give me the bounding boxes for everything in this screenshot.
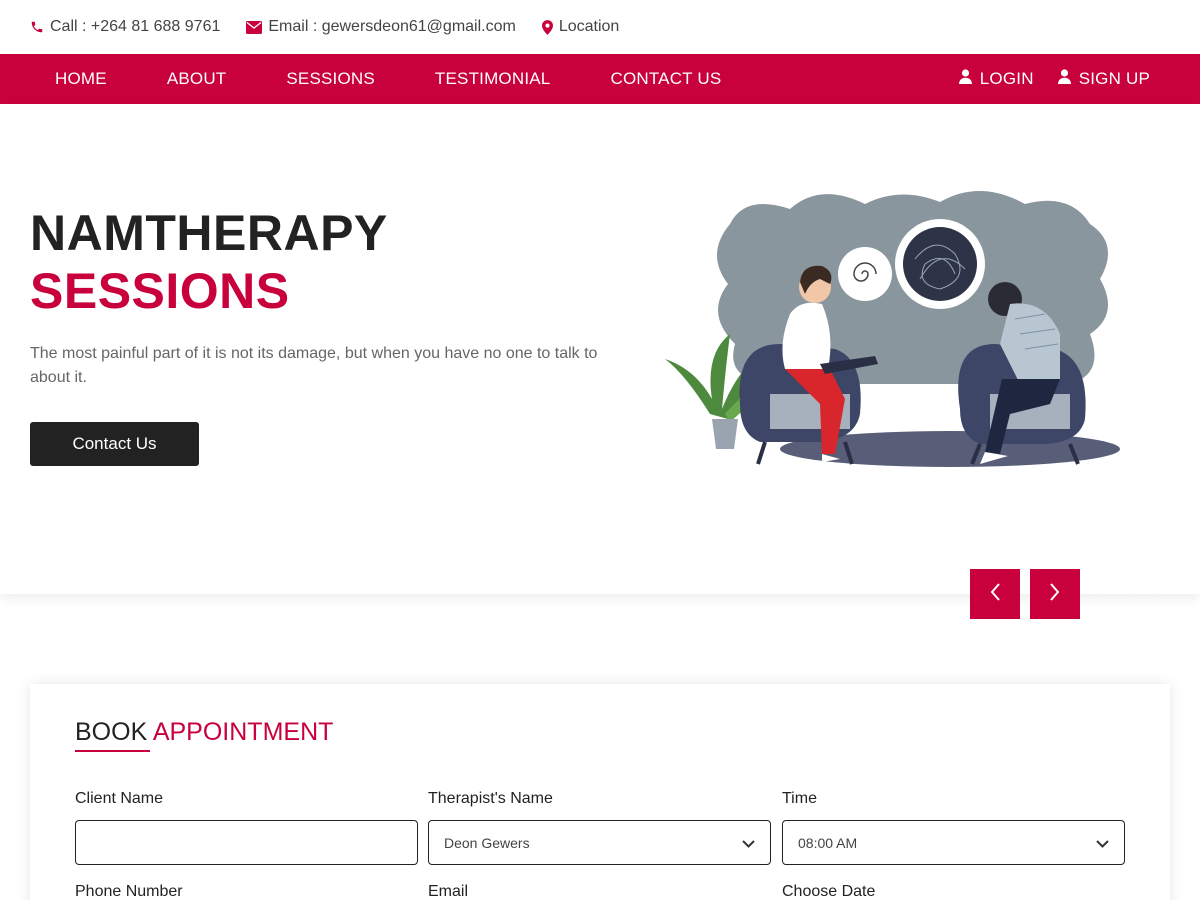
nav-links: HOME ABOUT SESSIONS TESTIMONIAL CONTACT … [0, 54, 751, 104]
hero-title: NAMTHERAPY SESSIONS [30, 204, 388, 320]
client-name-label: Client Name [75, 790, 164, 807]
signup-link[interactable]: SIGN UP [1057, 54, 1150, 104]
email-label: Email [428, 883, 469, 900]
therapist-select[interactable]: Deon Gewers [428, 820, 771, 865]
email-field: Email [428, 883, 771, 900]
client-name-input[interactable] [91, 834, 402, 851]
user-icon [958, 69, 972, 89]
next-slide-button[interactable] [1030, 569, 1080, 619]
hero-lead-text: The most painful part of it is not its d… [30, 345, 598, 386]
location-info[interactable]: Location [541, 18, 620, 36]
booking-title-part2: APPOINTMENT [152, 718, 334, 746]
signup-label: SIGN UP [1078, 69, 1150, 88]
chevron-right-icon [1049, 582, 1061, 607]
email-text: Email : gewersdeon61@gmail.com [268, 18, 516, 35]
call-text: Call : +264 81 688 9761 [50, 18, 221, 35]
client-name-box [75, 820, 418, 865]
nav-contact-us[interactable]: CONTACT US [580, 54, 751, 104]
therapist-name-label: Therapist's Name [428, 790, 553, 807]
booking-title: BOOK APPOINTMENT [75, 718, 333, 747]
envelope-icon [246, 20, 263, 34]
choose-date-label: Choose Date [782, 883, 876, 900]
nav-sessions[interactable]: SESSIONS [256, 54, 405, 104]
hero-title-line1: NAMTHERAPY [30, 205, 388, 261]
nav-testimonial[interactable]: TESTIMONIAL [405, 54, 581, 104]
phone-number-label: Phone Number [75, 883, 183, 900]
book-appointment-section: BOOK APPOINTMENT Client Name Therapist's… [30, 684, 1170, 900]
location-text: Location [558, 18, 620, 35]
chevron-left-icon [989, 582, 1001, 607]
contact-us-button[interactable]: Contact Us [30, 422, 199, 466]
slider-controls [970, 569, 1080, 619]
title-underline [75, 750, 150, 752]
nav-about[interactable]: ABOUT [137, 54, 257, 104]
auth-links: LOGIN SIGN UP [958, 54, 1200, 104]
previous-slide-button[interactable] [970, 569, 1020, 619]
therapist-name-field: Therapist's Name Deon Gewers [428, 790, 771, 865]
time-select[interactable]: 08:00 AM [782, 820, 1125, 865]
booking-title-part1: BOOK [75, 718, 148, 746]
hero-title-line2: SESSIONS [30, 263, 290, 319]
phone-icon [30, 20, 44, 34]
time-field: Time 08:00 AM [782, 790, 1125, 865]
user-icon [1057, 69, 1071, 89]
choose-date-field: Choose Date [782, 883, 1125, 900]
time-selected-value: 08:00 AM [798, 834, 858, 851]
client-name-field: Client Name [75, 790, 418, 865]
hero-slider: NAMTHERAPY SESSIONS The most painful par… [0, 104, 1200, 594]
call-info[interactable]: Call : +264 81 688 9761 [30, 18, 220, 36]
chevron-down-icon [1096, 835, 1109, 851]
main-navigation: HOME ABOUT SESSIONS TESTIMONIAL CONTACT … [0, 54, 1200, 104]
login-label: LOGIN [979, 69, 1034, 88]
top-contact-bar: Call : +264 81 688 9761 Email : gewersde… [0, 0, 1200, 54]
time-label: Time [782, 790, 817, 807]
login-link[interactable]: LOGIN [958, 54, 1034, 104]
email-info[interactable]: Email : gewersdeon61@gmail.com [246, 18, 516, 36]
phone-number-field: Phone Number [75, 883, 418, 900]
map-marker-icon [541, 19, 553, 35]
therapy-session-illustration [665, 190, 1120, 467]
nav-home[interactable]: HOME [25, 54, 137, 104]
chevron-down-icon [742, 835, 755, 851]
therapist-selected-value: Deon Gewers [444, 834, 530, 851]
